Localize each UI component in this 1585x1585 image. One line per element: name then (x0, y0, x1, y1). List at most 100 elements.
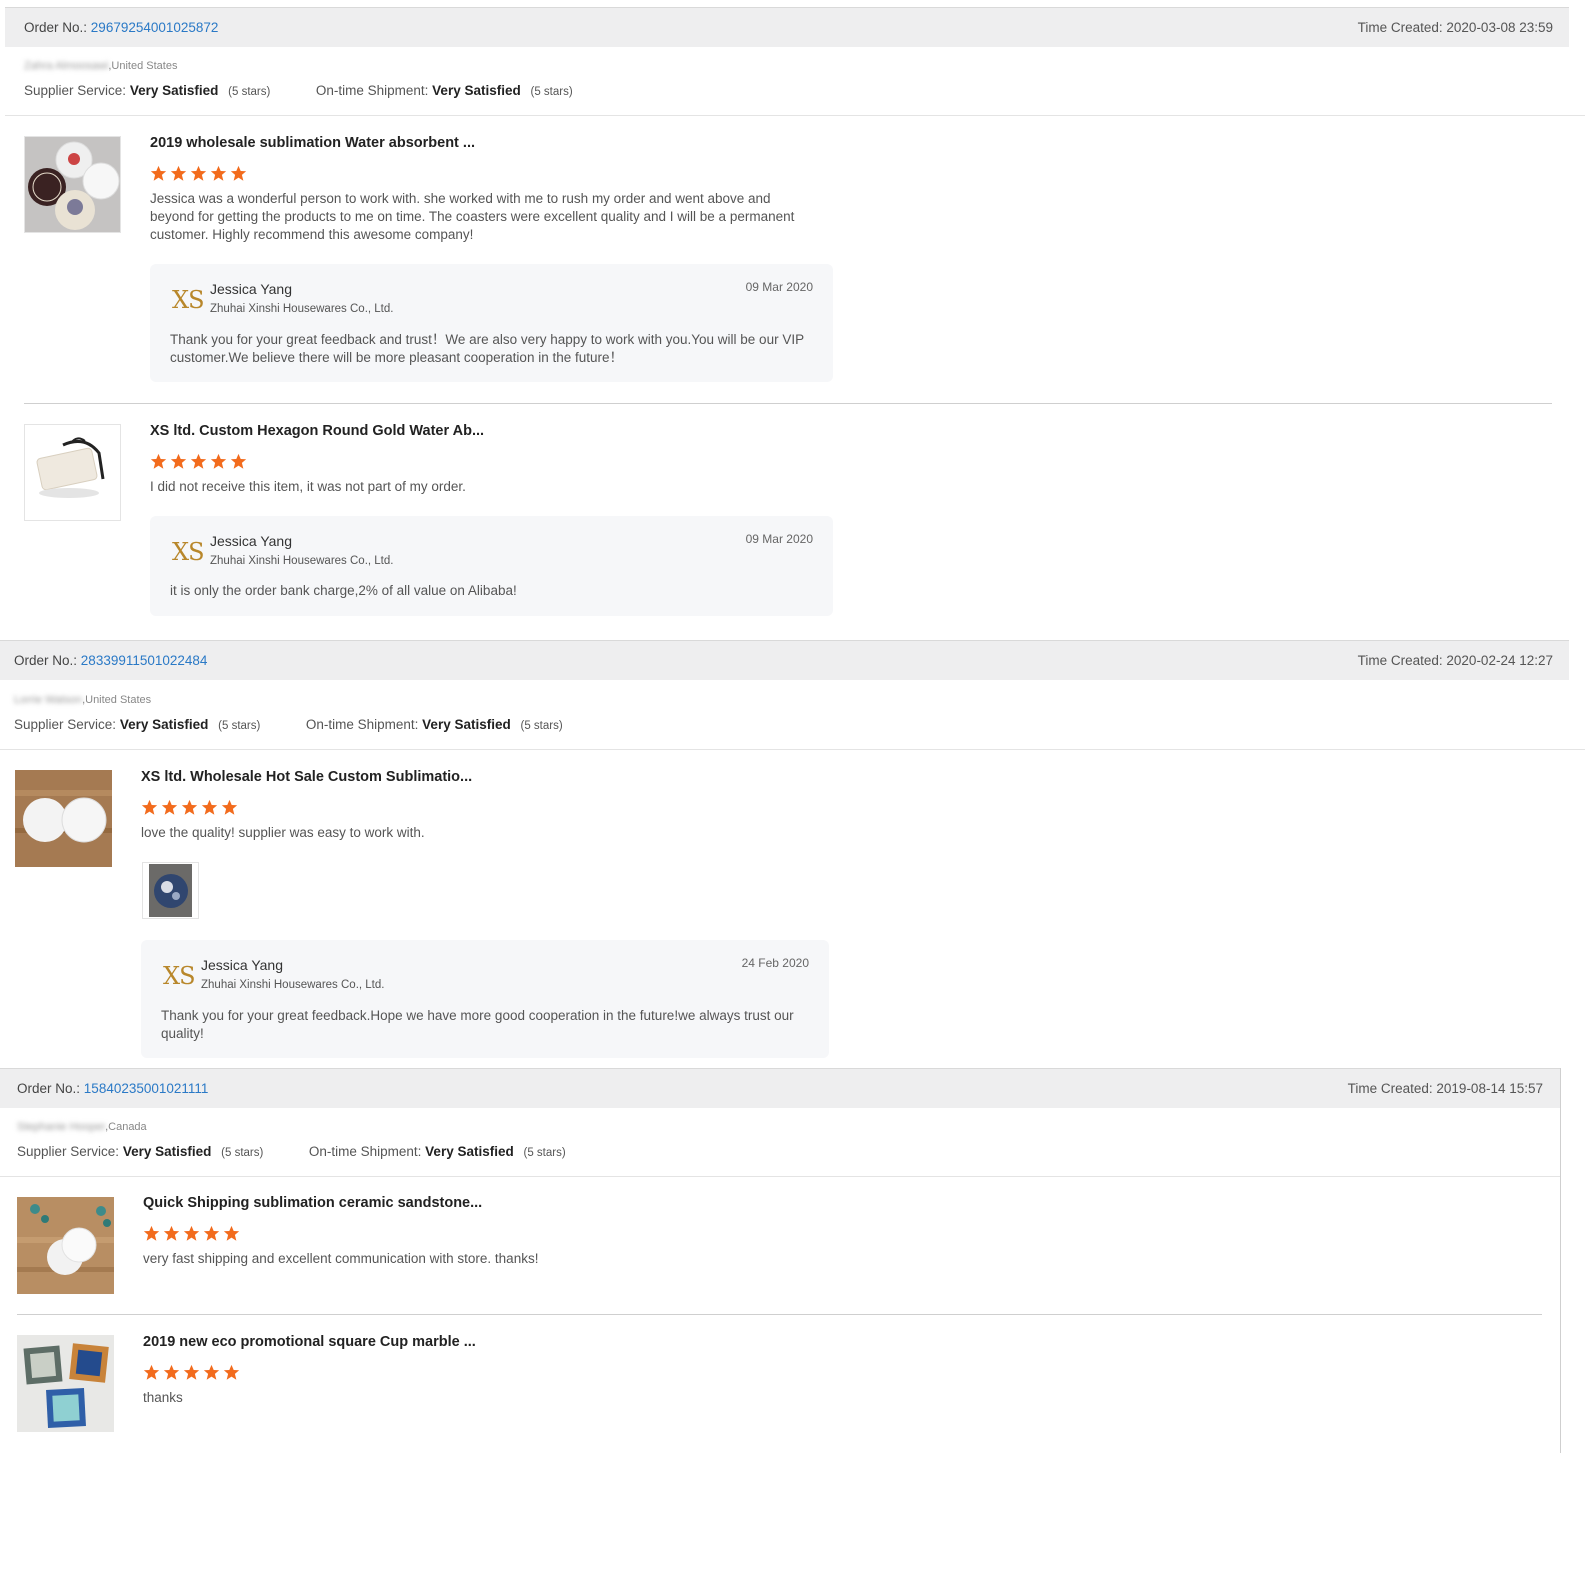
star-icon (150, 165, 167, 181)
divider (17, 1314, 1542, 1315)
star-icon (170, 453, 187, 469)
reply-text: it is only the order bank charge,2% of a… (170, 583, 517, 598)
star-icon (190, 165, 207, 181)
buyer-name: Stephanie Hooper (17, 1121, 106, 1133)
product-title[interactable]: XS ltd. Wholesale Hot Sale Custom Sublim… (141, 769, 472, 785)
supplier-service-stars: (5 stars) (221, 1147, 264, 1159)
order-ratings: Supplier Service: Very Satisfied (5 star… (24, 83, 573, 98)
product-title[interactable]: 2019 wholesale sublimation Water absorbe… (150, 135, 475, 151)
sandstone-coasters-image (17, 1197, 114, 1294)
supplier-reply: XS Jessica Yang Zhuhai Xinshi Housewares… (150, 264, 833, 382)
review-comment: Jessica was a wonderful person to work w… (150, 191, 795, 242)
star-icon (190, 453, 207, 469)
ontime-shipment-value: Very Satisfied (425, 1144, 514, 1159)
order-header: Order No.: 15840235001021111 Time Create… (0, 1068, 1561, 1108)
divider (5, 115, 1585, 116)
supplier-service-label: Supplier Service: (24, 83, 127, 98)
order-number-link[interactable]: 15840235001021111 (84, 1081, 209, 1096)
time-created-label: Time Created: (1357, 20, 1443, 35)
star-icon (223, 1364, 240, 1380)
star-icon (221, 799, 238, 815)
star-icon (210, 453, 227, 469)
order-ratings: Supplier Service: Very Satisfied (5 star… (14, 717, 563, 732)
supplier-logo: XS (172, 538, 205, 566)
buyer-country: ,United States (82, 694, 152, 706)
star-icon (141, 799, 158, 815)
supplier-logo: XS (163, 962, 196, 990)
order-number-link[interactable]: 29679254001025872 (91, 20, 219, 35)
buyer-info: Zahra Almoosawi,United States (24, 60, 177, 72)
order-no-label: Order No.: (14, 653, 78, 668)
time-created-value: 2020-02-24 12:27 (1446, 653, 1553, 668)
supplier-service-value: Very Satisfied (122, 1144, 212, 1159)
product-thumbnail[interactable] (17, 1335, 114, 1432)
supplier-reply: XS Jessica Yang Zhuhai Xinshi Housewares… (141, 940, 829, 1058)
star-icon (163, 1364, 180, 1380)
product-thumbnail[interactable] (17, 1197, 114, 1294)
star-icon (150, 453, 167, 469)
buyer-info: Lorrie Watson,United States (14, 694, 151, 706)
reply-text: Thank you for your great feedback and tr… (170, 332, 804, 365)
star-icon (143, 1364, 160, 1380)
reply-author: Jessica Yang (210, 533, 292, 549)
star-icon (183, 1225, 200, 1241)
order-number-group: Order No.: 15840235001021111 (17, 1081, 208, 1096)
reply-author: Jessica Yang (210, 281, 292, 297)
reply-company: Zhuhai Xinshi Housewares Co., Ltd. (201, 979, 385, 991)
rating-stars (150, 453, 247, 470)
reply-date: 24 Feb 2020 (741, 956, 809, 970)
ontime-shipment-stars: (5 stars) (520, 720, 563, 732)
coaster-photo-attachment (149, 864, 192, 917)
product-thumbnail[interactable] (24, 424, 121, 521)
star-icon (143, 1225, 160, 1241)
order-header: Order No.: 29679254001025872 Time Create… (5, 7, 1569, 47)
star-icon (230, 453, 247, 469)
order-no-label: Order No.: (17, 1081, 81, 1096)
review-comment: love the quality! supplier was easy to w… (141, 825, 425, 840)
supplier-service-stars: (5 stars) (218, 720, 261, 732)
review-comment: very fast shipping and excellent communi… (143, 1251, 539, 1266)
star-icon (203, 1364, 220, 1380)
rating-stars (141, 799, 238, 816)
buyer-country: ,Canada (105, 1121, 147, 1133)
supplier-service-label: Supplier Service: (17, 1144, 120, 1159)
ontime-shipment-label: On-time Shipment: (308, 1144, 422, 1159)
product-title[interactable]: Quick Shipping sublimation ceramic sands… (143, 1195, 482, 1211)
panel-border (1560, 1068, 1561, 1453)
reply-text: Thank you for your great feedback.Hope w… (161, 1008, 794, 1041)
ontime-shipment-label: On-time Shipment: (305, 717, 419, 732)
order-ratings: Supplier Service: Very Satisfied (5 star… (17, 1144, 566, 1159)
supplier-service-stars: (5 stars) (228, 86, 271, 98)
star-icon (203, 1225, 220, 1241)
divider (24, 403, 1552, 404)
product-thumbnail[interactable] (15, 770, 112, 867)
reply-company: Zhuhai Xinshi Housewares Co., Ltd. (210, 303, 394, 315)
square-tile-coasters-image (17, 1335, 114, 1432)
round-coasters-image (15, 770, 112, 867)
star-icon (183, 1364, 200, 1380)
time-created: Time Created: 2020-03-08 23:59 (1358, 20, 1553, 35)
buyer-info: Stephanie Hooper,Canada (17, 1121, 147, 1133)
supplier-logo: XS (172, 286, 205, 314)
ontime-shipment-label: On-time Shipment: (315, 83, 429, 98)
buyer-name: Lorrie Watson (14, 694, 83, 706)
review-comment: I did not receive this item, it was not … (150, 479, 466, 494)
star-icon (181, 799, 198, 815)
supplier-service-label: Supplier Service: (14, 717, 117, 732)
order-header: Order No.: 28339911501022484 Time Create… (0, 640, 1569, 680)
review-photo-attachment[interactable] (142, 862, 199, 919)
product-title[interactable]: XS ltd. Custom Hexagon Round Gold Water … (150, 423, 484, 439)
order-number-link[interactable]: 28339911501022484 (81, 653, 208, 668)
rating-stars (150, 165, 247, 182)
star-icon (170, 165, 187, 181)
product-thumbnail[interactable] (24, 136, 121, 233)
review-comment: thanks (143, 1390, 183, 1405)
time-created-value: 2020-03-08 23:59 (1446, 20, 1553, 35)
reply-company: Zhuhai Xinshi Housewares Co., Ltd. (210, 555, 394, 567)
ontime-shipment-stars: (5 stars) (523, 1147, 566, 1159)
reply-date: 09 Mar 2020 (745, 280, 813, 294)
time-created: Time Created: 2019-08-14 15:57 (1348, 1081, 1543, 1096)
star-icon (230, 165, 247, 181)
supplier-service-value: Very Satisfied (129, 83, 219, 98)
product-title[interactable]: 2019 new eco promotional square Cup marb… (143, 1334, 476, 1350)
